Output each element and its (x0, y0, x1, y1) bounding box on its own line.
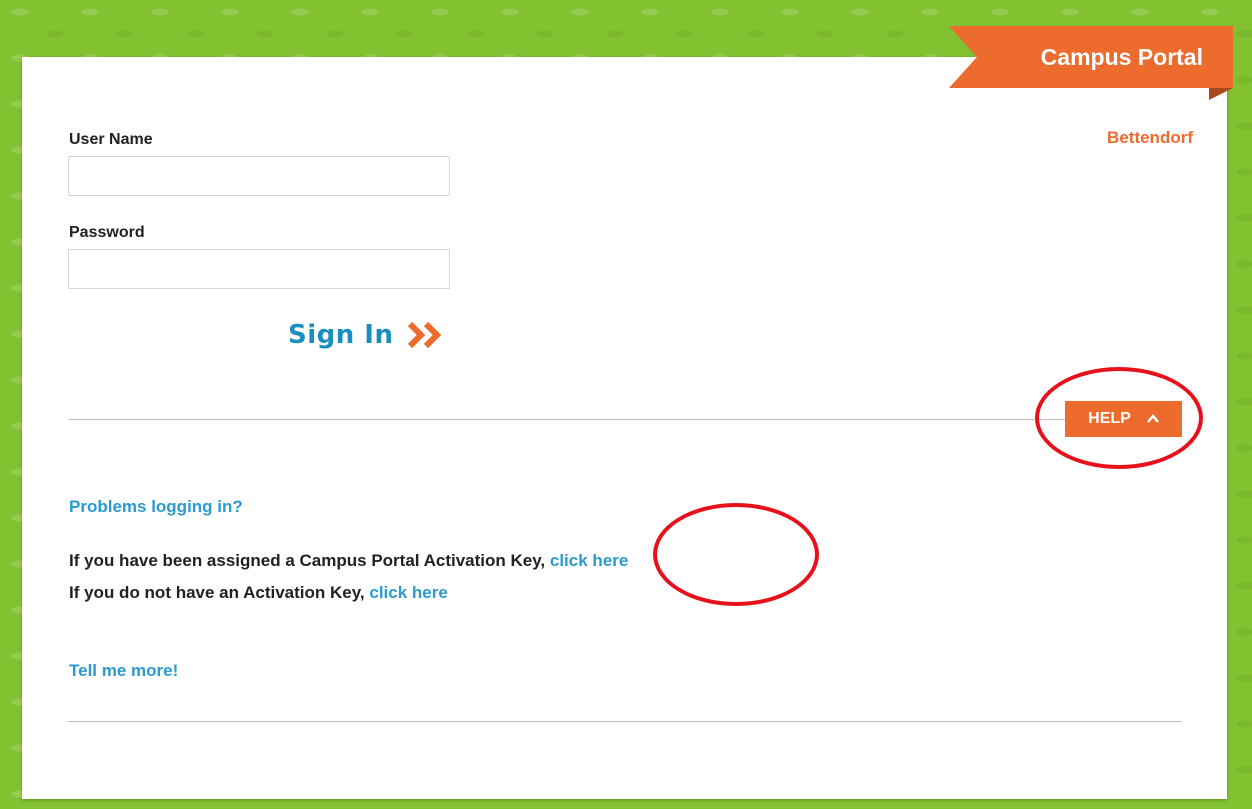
sign-in-button[interactable]: Sign In (288, 314, 448, 356)
banner-fold (1209, 88, 1233, 100)
activation-key-text: If you have been assigned a Campus Porta… (69, 551, 550, 570)
portal-title: Campus Portal (1040, 43, 1203, 70)
help-divider (68, 419, 1066, 420)
sign-in-label: Sign In (288, 320, 394, 350)
district-name: Bettendorf (1107, 128, 1193, 147)
problems-logging-in-link[interactable]: Problems logging in? (69, 497, 243, 517)
tell-me-more-link[interactable]: Tell me more! (69, 661, 178, 681)
help-button[interactable]: HELP (1065, 401, 1182, 437)
no-activation-key-line: If you do not have an Activation Key, cl… (69, 583, 448, 603)
username-input[interactable] (68, 156, 450, 196)
bottom-divider (68, 721, 1182, 722)
password-label: Password (69, 224, 145, 241)
username-label: User Name (69, 131, 153, 148)
portal-banner: Campus Portal (949, 26, 1233, 88)
chevron-up-icon (1146, 414, 1159, 423)
no-activation-key-text: If you do not have an Activation Key, (69, 583, 370, 602)
no-activation-key-click-here-link[interactable]: click here (369, 583, 447, 602)
help-label: HELP (1088, 410, 1131, 427)
double-chevron-right-icon (407, 321, 441, 349)
password-input[interactable] (68, 249, 450, 289)
activation-key-click-here-link[interactable]: click here (550, 551, 628, 570)
activation-key-line: If you have been assigned a Campus Porta… (69, 551, 628, 571)
